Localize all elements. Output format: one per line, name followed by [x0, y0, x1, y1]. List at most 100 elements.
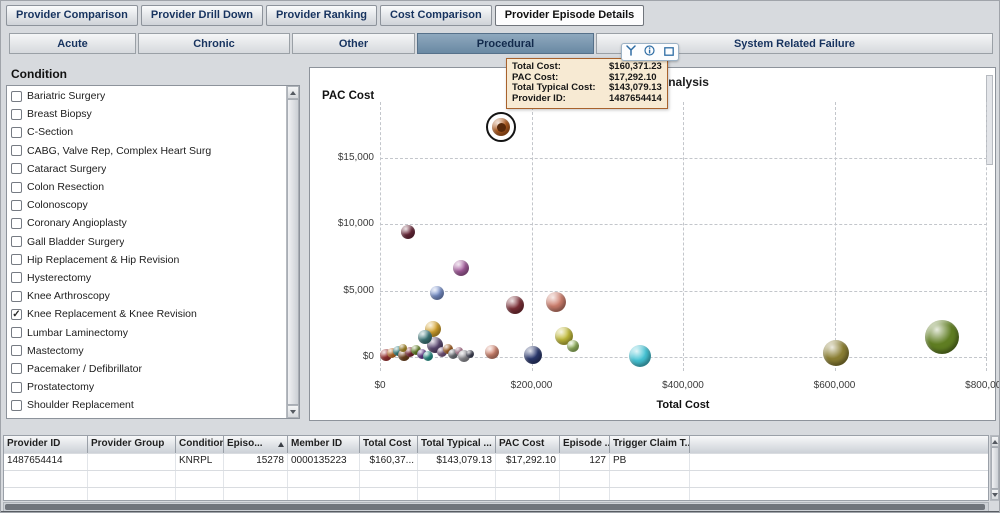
scroll-down-button[interactable] [287, 405, 299, 418]
condition-item-hysterectomy[interactable]: Hysterectomy [7, 269, 285, 287]
chart-bubble[interactable] [401, 225, 415, 239]
condition-checkbox[interactable] [11, 291, 22, 302]
condition-checkbox[interactable] [11, 327, 22, 338]
column-header-pac-cost[interactable]: PAC Cost [496, 436, 560, 453]
column-header-trigger-claim-t[interactable]: Trigger Claim T... [610, 436, 690, 453]
x-tick-label: $400,000 [638, 380, 728, 391]
condition-item-bariatric-surgery[interactable]: Bariatric Surgery [7, 87, 285, 105]
condition-checkbox[interactable] [11, 272, 22, 283]
column-header-provider-id[interactable]: Provider ID [4, 436, 88, 453]
condition-item-hip-replacement-hip-revision[interactable]: Hip Replacement & Hip Revision [7, 251, 285, 269]
top-tab-provider-ranking[interactable]: Provider Ranking [266, 5, 377, 26]
condition-item-colonoscopy[interactable]: Colonoscopy [7, 196, 285, 214]
condition-checkbox[interactable] [11, 182, 22, 193]
table-cell: KNRPL [176, 454, 224, 470]
condition-checkbox[interactable] [11, 218, 22, 229]
x-tick-label: $0 [335, 380, 425, 391]
condition-checkbox[interactable] [11, 145, 22, 156]
scroll-up-button[interactable] [287, 86, 299, 99]
table-row[interactable] [4, 487, 988, 501]
chart-bubble[interactable] [399, 344, 407, 352]
column-header-total-cost[interactable]: Total Cost [360, 436, 418, 453]
condition-item-prostatectomy[interactable]: Prostatectomy [7, 378, 285, 396]
chart-bubble[interactable] [546, 292, 566, 312]
condition-item-breast-biopsy[interactable]: Breast Biopsy [7, 105, 285, 123]
chart-bubble[interactable] [925, 320, 959, 354]
info-icon[interactable] [644, 43, 655, 61]
column-header-provider-group[interactable]: Provider Group [88, 436, 176, 453]
chart-bubble[interactable] [423, 351, 433, 361]
chart-bubble[interactable] [629, 345, 651, 367]
table-row[interactable] [4, 470, 988, 487]
condition-item-coronary-angioplasty[interactable]: Coronary Angioplasty [7, 214, 285, 232]
condition-item-knee-replacement-knee-revision[interactable]: ✓Knee Replacement & Knee Revision [7, 305, 285, 323]
top-tab-provider-episode-details[interactable]: Provider Episode Details [495, 5, 645, 26]
column-header-episo[interactable]: Episo... [224, 436, 288, 453]
chart-bubble[interactable] [506, 296, 524, 314]
condition-item-colon-resection[interactable]: Colon Resection [7, 178, 285, 196]
condition-checkbox[interactable] [11, 400, 22, 411]
chart-bubble[interactable] [823, 340, 849, 366]
condition-item-mastectomy[interactable]: Mastectomy [7, 342, 285, 360]
condition-checkbox[interactable] [11, 200, 22, 211]
chart-mini-toolbar [621, 43, 679, 61]
scrollbar-thumb[interactable] [5, 504, 985, 510]
table-cell [88, 454, 176, 470]
selected-bubble[interactable] [486, 112, 516, 142]
condition-checkbox[interactable] [11, 127, 22, 138]
category-tab-other[interactable]: Other [292, 33, 415, 54]
chart-bubble[interactable] [466, 350, 474, 358]
top-tab-provider-comparison[interactable]: Provider Comparison [6, 5, 138, 26]
column-header-episode[interactable]: Episode ... [560, 436, 610, 453]
condition-item-cataract-surgery[interactable]: Cataract Surgery [7, 160, 285, 178]
column-header-condition[interactable]: Condition [176, 436, 224, 453]
condition-list-scrollbar[interactable] [286, 86, 299, 418]
chart-scrollbar[interactable] [986, 75, 993, 165]
chart-bubble[interactable] [453, 260, 469, 276]
condition-checkbox[interactable] [11, 163, 22, 174]
x-tick-label: $200,000 [487, 380, 577, 391]
scroll-down-button[interactable] [991, 489, 999, 500]
condition-item-pacemaker-defibrillator[interactable]: Pacemaker / Defibrillator [7, 360, 285, 378]
condition-item-shoulder-replacement[interactable]: Shoulder Replacement [7, 396, 285, 414]
scroll-up-button[interactable] [991, 436, 999, 447]
y-tick-label: $10,000 [316, 218, 374, 229]
condition-checkbox[interactable] [11, 236, 22, 247]
top-tab-cost-comparison[interactable]: Cost Comparison [380, 5, 492, 26]
category-tab-procedural[interactable]: Procedural [417, 33, 594, 54]
condition-item-lumbar-laminectomy[interactable]: Lumbar Laminectomy [7, 323, 285, 341]
table-cell [360, 488, 418, 501]
table-scrollbar[interactable] [990, 435, 1000, 501]
condition-checkbox[interactable] [11, 363, 22, 374]
condition-item-knee-arthroscopy[interactable]: Knee Arthroscopy [7, 287, 285, 305]
chart-bubble[interactable] [485, 345, 499, 359]
column-header-member-id[interactable]: Member ID [288, 436, 360, 453]
maximize-icon[interactable] [664, 43, 674, 61]
pin-icon[interactable] [626, 43, 636, 61]
table-cell-filler [690, 454, 988, 470]
condition-item-c-section[interactable]: C-Section [7, 123, 285, 141]
condition-item-cabg-valve-rep-complex-heart-surg[interactable]: CABG, Valve Rep, Complex Heart Surg [7, 142, 285, 160]
category-tab-chronic[interactable]: Chronic [138, 33, 290, 54]
chart-bubble[interactable] [524, 346, 542, 364]
chart-bubble[interactable] [430, 286, 444, 300]
chart-bubble[interactable] [567, 340, 579, 352]
condition-item-gall-bladder-surgery[interactable]: Gall Bladder Surgery [7, 233, 285, 251]
column-header-total-typical[interactable]: Total Typical ... [418, 436, 496, 453]
condition-checkbox[interactable] [11, 345, 22, 356]
condition-checkbox[interactable] [11, 109, 22, 120]
y-tick-label: $15,000 [316, 152, 374, 163]
scrollbar-thumb[interactable] [991, 447, 999, 489]
condition-checkbox[interactable] [11, 382, 22, 393]
scrollbar-thumb[interactable] [287, 99, 299, 405]
condition-checkbox[interactable]: ✓ [11, 309, 22, 320]
condition-checkbox[interactable] [11, 254, 22, 265]
chart-bubble [492, 118, 510, 136]
condition-checkbox[interactable] [11, 91, 22, 102]
category-tab-acute[interactable]: Acute [9, 33, 136, 54]
table-row[interactable]: 1487654414KNRPL152780000135223$160,37...… [4, 453, 988, 470]
condition-item-label: Knee Arthroscopy [27, 290, 110, 302]
column-header-label: Provider Group [91, 438, 164, 449]
column-header-label: Episode ... [563, 438, 610, 449]
top-tab-provider-drill-down[interactable]: Provider Drill Down [141, 5, 263, 26]
